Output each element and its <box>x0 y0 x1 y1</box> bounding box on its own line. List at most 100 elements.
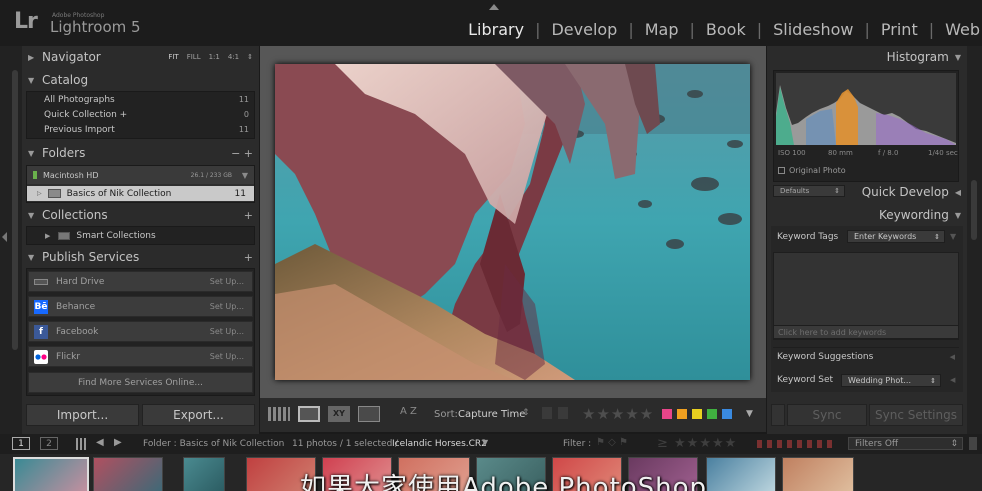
folders-add-remove[interactable]: − + <box>231 147 253 160</box>
exif-iso: ISO 100 <box>778 149 806 157</box>
forward-arrow-icon[interactable]: ▶ <box>114 437 122 448</box>
left-panel-scrollbar[interactable] <box>12 70 18 350</box>
survey-view-icon[interactable] <box>358 406 380 422</box>
sync-settings-button[interactable]: Sync Settings <box>869 404 963 426</box>
color-label-green-icon[interactable] <box>692 409 702 419</box>
video-subtitle: 如果大家使用Adobe PhotoShop <box>300 473 708 491</box>
zoom-fill[interactable]: FILL <box>187 53 201 61</box>
collapse-top-panel-arrow-icon[interactable] <box>489 4 499 10</box>
grid-icon[interactable] <box>76 438 88 450</box>
folders-header[interactable]: ▼ Folders − + <box>22 142 259 164</box>
filter-preset-dropdown[interactable]: Filters Off ⇕ <box>848 437 963 450</box>
volume-macintosh-hd[interactable]: Macintosh HD 26.1 / 233 GB ▼ <box>27 166 254 184</box>
service-setup[interactable]: Set Up... <box>210 352 244 361</box>
color-label-yellow-icon[interactable] <box>677 409 687 419</box>
publish-service-flickr[interactable]: Flickr Set Up... <box>28 346 253 367</box>
sync-toggle-switch[interactable] <box>771 404 785 426</box>
filename-menu-arrow-icon[interactable]: ▼ <box>482 438 488 447</box>
module-book[interactable]: Book <box>695 20 757 39</box>
collection-smart-collections[interactable]: ▶ Smart Collections <box>27 229 254 243</box>
histogram-header[interactable]: Histogram ▼ <box>887 50 961 64</box>
filmstrip-thumbnail-selected[interactable] <box>13 457 89 491</box>
publish-services-header[interactable]: ▼ Publish Services + <box>22 246 259 268</box>
filmstrip-thumbnail[interactable] <box>782 457 854 491</box>
compare-view-icon[interactable]: XY <box>328 406 350 422</box>
volume-menu-icon[interactable]: ▼ <box>242 171 248 180</box>
flag-pick-icon[interactable] <box>542 407 552 419</box>
zoom-fit[interactable]: FIT <box>168 53 178 61</box>
original-photo-checkbox[interactable]: Original Photo <box>778 166 846 175</box>
star-rating[interactable]: ★★★★★ <box>582 405 654 423</box>
main-photo[interactable] <box>275 64 750 380</box>
add-keywords-input[interactable]: Click here to add keywords <box>773 325 959 339</box>
filter-lock-icon[interactable] <box>969 437 977 450</box>
module-web[interactable]: Web <box>934 20 980 39</box>
catalog-item-all-photographs[interactable]: All Photographs 11 <box>44 95 249 105</box>
sort-dropdown-arrow-icon[interactable]: ⇕ <box>522 408 530 418</box>
zoom-menu-icon[interactable]: ⇕ <box>247 53 253 61</box>
quick-develop-header[interactable]: Quick Develop ◀ <box>862 185 961 199</box>
back-arrow-icon[interactable]: ◀ <box>96 437 104 448</box>
filmstrip-thumbnail[interactable] <box>93 457 163 491</box>
color-label-blue-icon[interactable] <box>707 409 717 419</box>
module-slideshow[interactable]: Slideshow <box>762 20 864 39</box>
module-print[interactable]: Print <box>870 20 929 39</box>
service-label: Behance <box>56 301 96 312</box>
service-setup[interactable]: Set Up... <box>210 327 244 336</box>
sync-button[interactable]: Sync <box>787 404 867 426</box>
module-develop[interactable]: Develop <box>540 20 628 39</box>
color-label-red-icon[interactable] <box>662 409 672 419</box>
publish-service-hard-drive[interactable]: Hard Drive Set Up... <box>28 271 253 292</box>
zoom-1-1[interactable]: 1:1 <box>209 53 220 61</box>
toolbar-options-arrow-icon[interactable]: ▼ <box>746 409 753 419</box>
import-button[interactable]: Import... <box>26 404 139 426</box>
find-more-services-button[interactable]: Find More Services Online... <box>28 372 253 393</box>
folder-basics-of-nik-collection[interactable]: ▷ Basics of Nik Collection 11 <box>27 186 254 201</box>
catalog-item-previous-import[interactable]: Previous Import 11 <box>44 125 249 135</box>
add-collection-button[interactable]: + <box>244 209 253 222</box>
flag-reject-icon[interactable] <box>558 407 568 419</box>
photo-count: 11 photos / 1 selected / <box>292 439 399 449</box>
zoom-4-1[interactable]: 4:1 <box>228 53 239 61</box>
service-setup[interactable]: Set Up... <box>210 277 244 286</box>
sort-dropdown[interactable]: Capture Time <box>458 409 525 420</box>
color-label-purple-icon[interactable] <box>722 409 732 419</box>
filmstrip-thumbnail[interactable] <box>706 457 776 491</box>
expand-triangle-icon[interactable]: ◀ <box>950 376 955 384</box>
collapse-left-panel-arrow-icon[interactable] <box>2 232 7 242</box>
selected-filename[interactable]: Icelandic Horses.CR2 <box>392 439 487 449</box>
saved-preset-dropdown[interactable]: Defaults ⇕ <box>773 185 845 197</box>
keywording-header[interactable]: Keywording ▼ <box>879 208 961 222</box>
preset-label: Defaults <box>780 187 810 195</box>
keyword-tags-menu-icon[interactable]: ▼ <box>950 232 956 241</box>
rating-filter-stars[interactable]: ≥ ★★★★★ <box>657 436 737 451</box>
module-map[interactable]: Map <box>634 20 690 39</box>
folder-expand-icon[interactable]: ▷ <box>37 190 42 197</box>
collections-header[interactable]: ▼ Collections + <box>22 204 259 226</box>
folder-path[interactable]: Folder : Basics of Nik Collection <box>143 439 284 449</box>
primary-display-button[interactable]: 1 <box>12 437 30 450</box>
keyword-set-dropdown[interactable]: Wedding Phot... ⇕ <box>841 374 941 387</box>
service-setup[interactable]: Set Up... <box>210 302 244 311</box>
grid-view-icon[interactable] <box>268 407 290 421</box>
keyword-tags-dropdown[interactable]: Enter Keywords ⇕ <box>847 230 945 243</box>
catalog-item-count: 11 <box>238 125 249 134</box>
add-publish-service-button[interactable]: + <box>244 251 253 264</box>
filmstrip-thumbnail[interactable] <box>183 457 225 491</box>
loupe-view-icon[interactable] <box>298 406 320 422</box>
catalog-header[interactable]: ▼ Catalog <box>22 69 259 91</box>
flag-filter-icons[interactable]: ⚑ ◇ ⚑ <box>596 437 636 449</box>
checkbox-icon <box>778 167 785 174</box>
catalog-item-quick-collection[interactable]: Quick Collection + 0 <box>44 110 249 120</box>
right-panel-scrollbar[interactable] <box>971 180 977 240</box>
color-filter-swatches[interactable] <box>757 440 837 448</box>
sort-direction-icon[interactable]: A Z <box>400 406 417 417</box>
module-library[interactable]: Library <box>457 20 535 39</box>
secondary-display-button[interactable]: 2 <box>40 437 58 450</box>
navigator-header[interactable]: ▶ Navigator FIT FILL 1:1 4:1 ⇕ <box>22 46 259 68</box>
expand-triangle-icon[interactable]: ▶ <box>45 232 50 240</box>
export-button[interactable]: Export... <box>142 404 255 426</box>
publish-service-behance[interactable]: Bē Behance Set Up... <box>28 296 253 317</box>
keyword-suggestions-header[interactable]: Keyword Suggestions ◀ <box>773 347 959 365</box>
publish-service-facebook[interactable]: f Facebook Set Up... <box>28 321 253 342</box>
